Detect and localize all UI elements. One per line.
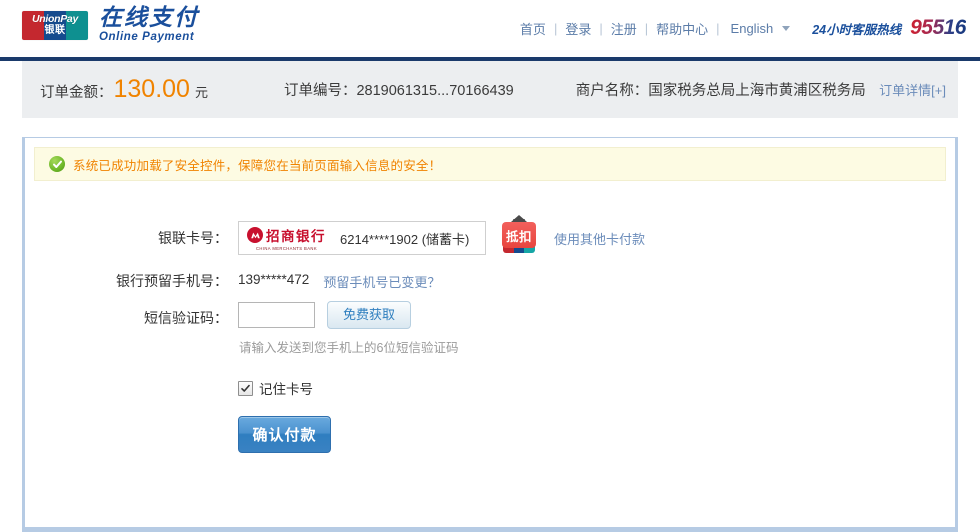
reserved-phone-row: 银行预留手机号： 139*****472 预留手机号已变更？: [25, 261, 955, 301]
sms-code-hint: 请输入发送到您手机上的6位短信验证码: [239, 341, 459, 355]
deduction-badge[interactable]: 抵扣: [502, 215, 536, 253]
sms-code-input[interactable]: [238, 302, 315, 328]
hotline-label: 24小时客服热线: [812, 22, 902, 37]
confirm-payment-button[interactable]: 确认付款: [238, 416, 331, 453]
bank-logo: 招商银行 CHINA MERCHANTS BANK: [247, 225, 326, 251]
sms-code-row: 短信验证码： 免费获取 请输入发送到您手机上的6位短信验证码: [25, 301, 955, 356]
reserved-phone-label: 银行预留手机号：: [116, 273, 228, 289]
check-circle-icon: [49, 156, 65, 172]
nav-item-register[interactable]: 注册: [610, 19, 638, 38]
chevron-down-icon: [782, 25, 791, 31]
unionpay-logo: UnionPay 银联 在线支付 Online Payment: [22, 6, 199, 45]
merchant-name: 商户名称： 国家税务总局上海市黄浦区税务局: [576, 79, 866, 100]
hotline-number: 95516: [910, 16, 966, 39]
nav-separator: |: [599, 20, 603, 36]
remember-card-row[interactable]: 记住卡号: [25, 378, 955, 398]
bank-name-en: CHINA MERCHANTS BANK: [255, 245, 318, 252]
order-amount-label: 订单金额：: [40, 85, 113, 101]
nav-item-help-center[interactable]: 帮助中心: [655, 19, 709, 38]
cmb-logo-icon: [247, 227, 263, 243]
card-number-row: 银联卡号： 招商银行 CHINA MERCHANTS BANK 6214****…: [25, 215, 955, 261]
deduction-badge-label: 抵扣: [502, 222, 536, 248]
remember-card-label: 记住卡号: [259, 382, 313, 397]
brand-title-cn: 在线支付: [99, 4, 199, 30]
language-selector[interactable]: English: [727, 21, 791, 36]
order-amount-value: 130.00: [113, 75, 190, 103]
card-number-label: 银联卡号：: [158, 230, 228, 246]
site-header: UnionPay 银联 在线支付 Online Payment 首页 | 登录 …: [0, 0, 980, 57]
order-amount-unit: 元: [194, 85, 208, 100]
phone-changed-link[interactable]: 预留手机号已变更？: [323, 272, 440, 291]
security-notice: 系统已成功加载了安全控件，保障您在当前页面输入信息的安全！: [34, 147, 946, 181]
unionpay-mark-line2: 银联: [44, 24, 66, 36]
payment-panel: 系统已成功加载了安全控件，保障您在当前页面输入信息的安全！ 银联卡号： 招商银行…: [22, 137, 958, 532]
merchant-name-label: 商户名称：: [575, 83, 649, 99]
merchant-name-value: 国家税务总局上海市黄浦区税务局: [648, 83, 866, 99]
unionpay-mark-icon: UnionPay 银联: [22, 10, 88, 40]
top-navigation: 首页 | 登录 | 注册 | 帮助中心 | English 24小时客服热线 9…: [519, 16, 967, 40]
order-amount: 订单金额： 130.00 元: [40, 75, 208, 104]
nav-separator: |: [716, 20, 720, 36]
nav-item-home[interactable]: 首页: [519, 19, 547, 38]
order-detail-link[interactable]: 订单详情[+]: [879, 80, 946, 99]
nav-separator: |: [644, 20, 649, 36]
language-label: English: [730, 20, 774, 36]
order-number-label: 订单编号：: [283, 83, 357, 99]
get-sms-code-button[interactable]: 免费获取: [327, 301, 412, 329]
bank-name: 招商银行: [266, 229, 326, 245]
remember-card-checkbox[interactable]: [238, 380, 253, 396]
card-selector[interactable]: 招商银行 CHINA MERCHANTS BANK 6214****1902 (…: [238, 221, 486, 255]
order-summary-bar: 订单金额： 130.00 元 订单编号： 2819061315...701664…: [22, 61, 958, 118]
badge-hanger-icon: [511, 215, 527, 222]
card-number-value: 6214****1902 (储蓄卡): [340, 231, 470, 247]
reserved-phone-value: 139*****472: [238, 271, 310, 287]
unionpay-mark-line1: UnionPay: [31, 13, 79, 26]
nav-item-login[interactable]: 登录: [564, 19, 592, 38]
sms-code-label: 短信验证码：: [144, 310, 228, 326]
brand-title-en: Online Payment: [99, 31, 195, 43]
submit-row: 确认付款: [25, 416, 955, 453]
order-number-value: 2819061315...70166439: [356, 83, 514, 99]
order-number: 订单编号： 2819061315...70166439: [284, 79, 514, 100]
security-notice-text: 系统已成功加载了安全控件，保障您在当前页面输入信息的安全！: [73, 158, 442, 173]
payment-form: 银联卡号： 招商银行 CHINA MERCHANTS BANK 6214****…: [25, 181, 955, 453]
nav-separator: |: [553, 20, 558, 36]
use-other-card-link[interactable]: 使用其他卡付款: [554, 229, 645, 248]
